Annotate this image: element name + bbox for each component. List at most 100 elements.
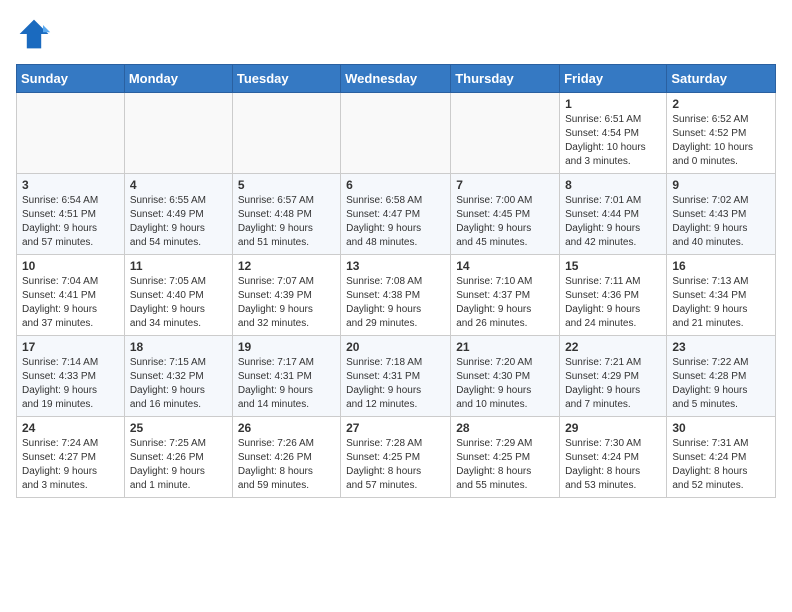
calendar-cell (17, 93, 125, 174)
day-number: 11 (130, 259, 227, 273)
day-number: 2 (672, 97, 770, 111)
day-number: 13 (346, 259, 445, 273)
logo (16, 16, 56, 52)
day-number: 10 (22, 259, 119, 273)
calendar-cell (232, 93, 340, 174)
calendar-cell: 21 Sunrise: 7:20 AM Sunset: 4:30 PM Dayli… (451, 336, 560, 417)
day-info: Sunrise: 7:24 AM Sunset: 4:27 PM Dayligh… (22, 437, 119, 493)
calendar-cell: 26 Sunrise: 7:26 AM Sunset: 4:26 PM Dayli… (232, 417, 340, 498)
day-number: 30 (672, 421, 770, 435)
calendar-week-row: 1 Sunrise: 6:51 AM Sunset: 4:54 PM Daylig… (17, 93, 776, 174)
calendar-cell: 10Sunrise: 7:04 AM Sunset: 4:41 PM Dayli… (17, 255, 125, 336)
day-number: 25 (130, 421, 227, 435)
calendar-cell: 29Sunrise: 7:30 AM Sunset: 4:24 PM Dayli… (560, 417, 667, 498)
calendar-cell (341, 93, 451, 174)
calendar-cell: 30 Sunrise: 7:31 AM Sunset: 4:24 PM Dayli… (667, 417, 776, 498)
weekday-header: Thursday (451, 65, 560, 93)
day-info: Sunrise: 7:20 AM Sunset: 4:30 PM Dayligh… (456, 356, 554, 412)
calendar-cell: 8 Sunrise: 7:01 AM Sunset: 4:44 PM Daylig… (560, 174, 667, 255)
day-info: Sunrise: 6:54 AM Sunset: 4:51 PM Dayligh… (22, 194, 119, 250)
calendar-week-row: 3Sunrise: 6:54 AM Sunset: 4:51 PM Daylig… (17, 174, 776, 255)
calendar-cell: 5 Sunrise: 6:57 AM Sunset: 4:48 PM Daylig… (232, 174, 340, 255)
day-info: Sunrise: 6:52 AM Sunset: 4:52 PM Dayligh… (672, 113, 770, 169)
day-number: 19 (238, 340, 335, 354)
day-info: Sunrise: 7:11 AM Sunset: 4:36 PM Dayligh… (565, 275, 661, 331)
calendar-cell: 13 Sunrise: 7:08 AM Sunset: 4:38 PM Dayli… (341, 255, 451, 336)
day-info: Sunrise: 7:26 AM Sunset: 4:26 PM Dayligh… (238, 437, 335, 493)
calendar-cell: 6 Sunrise: 6:58 AM Sunset: 4:47 PM Daylig… (341, 174, 451, 255)
calendar-cell: 11 Sunrise: 7:05 AM Sunset: 4:40 PM Dayli… (124, 255, 232, 336)
day-info: Sunrise: 7:30 AM Sunset: 4:24 PM Dayligh… (565, 437, 661, 493)
day-number: 14 (456, 259, 554, 273)
calendar-cell (451, 93, 560, 174)
calendar-cell: 27Sunrise: 7:28 AM Sunset: 4:25 PM Dayli… (341, 417, 451, 498)
calendar-cell: 14 Sunrise: 7:10 AM Sunset: 4:37 PM Dayli… (451, 255, 560, 336)
day-number: 21 (456, 340, 554, 354)
weekday-header: Monday (124, 65, 232, 93)
calendar-cell: 9Sunrise: 7:02 AM Sunset: 4:43 PM Daylig… (667, 174, 776, 255)
calendar-header-row: SundayMondayTuesdayWednesdayThursdayFrid… (17, 65, 776, 93)
calendar-cell: 2 Sunrise: 6:52 AM Sunset: 4:52 PM Daylig… (667, 93, 776, 174)
day-number: 23 (672, 340, 770, 354)
day-number: 12 (238, 259, 335, 273)
calendar-cell: 15Sunrise: 7:11 AM Sunset: 4:36 PM Dayli… (560, 255, 667, 336)
calendar-week-row: 24 Sunrise: 7:24 AM Sunset: 4:27 PM Dayli… (17, 417, 776, 498)
day-info: Sunrise: 7:14 AM Sunset: 4:33 PM Dayligh… (22, 356, 119, 412)
day-number: 24 (22, 421, 119, 435)
day-number: 20 (346, 340, 445, 354)
calendar-cell: 25 Sunrise: 7:25 AM Sunset: 4:26 PM Dayli… (124, 417, 232, 498)
weekday-header: Friday (560, 65, 667, 93)
weekday-header: Tuesday (232, 65, 340, 93)
day-info: Sunrise: 7:21 AM Sunset: 4:29 PM Dayligh… (565, 356, 661, 412)
weekday-header: Wednesday (341, 65, 451, 93)
weekday-header: Sunday (17, 65, 125, 93)
calendar-cell: 16 Sunrise: 7:13 AM Sunset: 4:34 PM Dayli… (667, 255, 776, 336)
day-number: 28 (456, 421, 554, 435)
day-info: Sunrise: 7:05 AM Sunset: 4:40 PM Dayligh… (130, 275, 227, 331)
calendar-cell: 20Sunrise: 7:18 AM Sunset: 4:31 PM Dayli… (341, 336, 451, 417)
calendar-cell: 18Sunrise: 7:15 AM Sunset: 4:32 PM Dayli… (124, 336, 232, 417)
calendar-cell: 12 Sunrise: 7:07 AM Sunset: 4:39 PM Dayli… (232, 255, 340, 336)
day-number: 7 (456, 178, 554, 192)
logo-icon (16, 16, 52, 52)
day-info: Sunrise: 6:51 AM Sunset: 4:54 PM Dayligh… (565, 113, 661, 169)
calendar-cell: 17 Sunrise: 7:14 AM Sunset: 4:33 PM Dayli… (17, 336, 125, 417)
day-number: 8 (565, 178, 661, 192)
day-info: Sunrise: 6:58 AM Sunset: 4:47 PM Dayligh… (346, 194, 445, 250)
calendar-week-row: 10Sunrise: 7:04 AM Sunset: 4:41 PM Dayli… (17, 255, 776, 336)
day-info: Sunrise: 6:57 AM Sunset: 4:48 PM Dayligh… (238, 194, 335, 250)
day-info: Sunrise: 6:55 AM Sunset: 4:49 PM Dayligh… (130, 194, 227, 250)
day-number: 5 (238, 178, 335, 192)
day-info: Sunrise: 7:22 AM Sunset: 4:28 PM Dayligh… (672, 356, 770, 412)
day-info: Sunrise: 7:13 AM Sunset: 4:34 PM Dayligh… (672, 275, 770, 331)
day-info: Sunrise: 7:31 AM Sunset: 4:24 PM Dayligh… (672, 437, 770, 493)
day-number: 1 (565, 97, 661, 111)
day-info: Sunrise: 7:15 AM Sunset: 4:32 PM Dayligh… (130, 356, 227, 412)
day-info: Sunrise: 7:01 AM Sunset: 4:44 PM Dayligh… (565, 194, 661, 250)
day-info: Sunrise: 7:25 AM Sunset: 4:26 PM Dayligh… (130, 437, 227, 493)
calendar-cell: 24 Sunrise: 7:24 AM Sunset: 4:27 PM Dayli… (17, 417, 125, 498)
day-info: Sunrise: 7:07 AM Sunset: 4:39 PM Dayligh… (238, 275, 335, 331)
calendar-cell (124, 93, 232, 174)
day-number: 17 (22, 340, 119, 354)
day-number: 6 (346, 178, 445, 192)
day-info: Sunrise: 7:00 AM Sunset: 4:45 PM Dayligh… (456, 194, 554, 250)
day-number: 27 (346, 421, 445, 435)
day-info: Sunrise: 7:17 AM Sunset: 4:31 PM Dayligh… (238, 356, 335, 412)
calendar-cell: 28 Sunrise: 7:29 AM Sunset: 4:25 PM Dayli… (451, 417, 560, 498)
day-info: Sunrise: 7:29 AM Sunset: 4:25 PM Dayligh… (456, 437, 554, 493)
calendar-cell: 19 Sunrise: 7:17 AM Sunset: 4:31 PM Dayli… (232, 336, 340, 417)
page-header (16, 16, 776, 52)
calendar-cell: 7 Sunrise: 7:00 AM Sunset: 4:45 PM Daylig… (451, 174, 560, 255)
day-number: 16 (672, 259, 770, 273)
calendar-cell: 4Sunrise: 6:55 AM Sunset: 4:49 PM Daylig… (124, 174, 232, 255)
day-info: Sunrise: 7:08 AM Sunset: 4:38 PM Dayligh… (346, 275, 445, 331)
calendar-week-row: 17 Sunrise: 7:14 AM Sunset: 4:33 PM Dayli… (17, 336, 776, 417)
weekday-header: Saturday (667, 65, 776, 93)
calendar-cell: 1 Sunrise: 6:51 AM Sunset: 4:54 PM Daylig… (560, 93, 667, 174)
calendar-cell: 22Sunrise: 7:21 AM Sunset: 4:29 PM Dayli… (560, 336, 667, 417)
day-number: 26 (238, 421, 335, 435)
day-info: Sunrise: 7:10 AM Sunset: 4:37 PM Dayligh… (456, 275, 554, 331)
day-info: Sunrise: 7:02 AM Sunset: 4:43 PM Dayligh… (672, 194, 770, 250)
calendar-cell: 23 Sunrise: 7:22 AM Sunset: 4:28 PM Dayli… (667, 336, 776, 417)
